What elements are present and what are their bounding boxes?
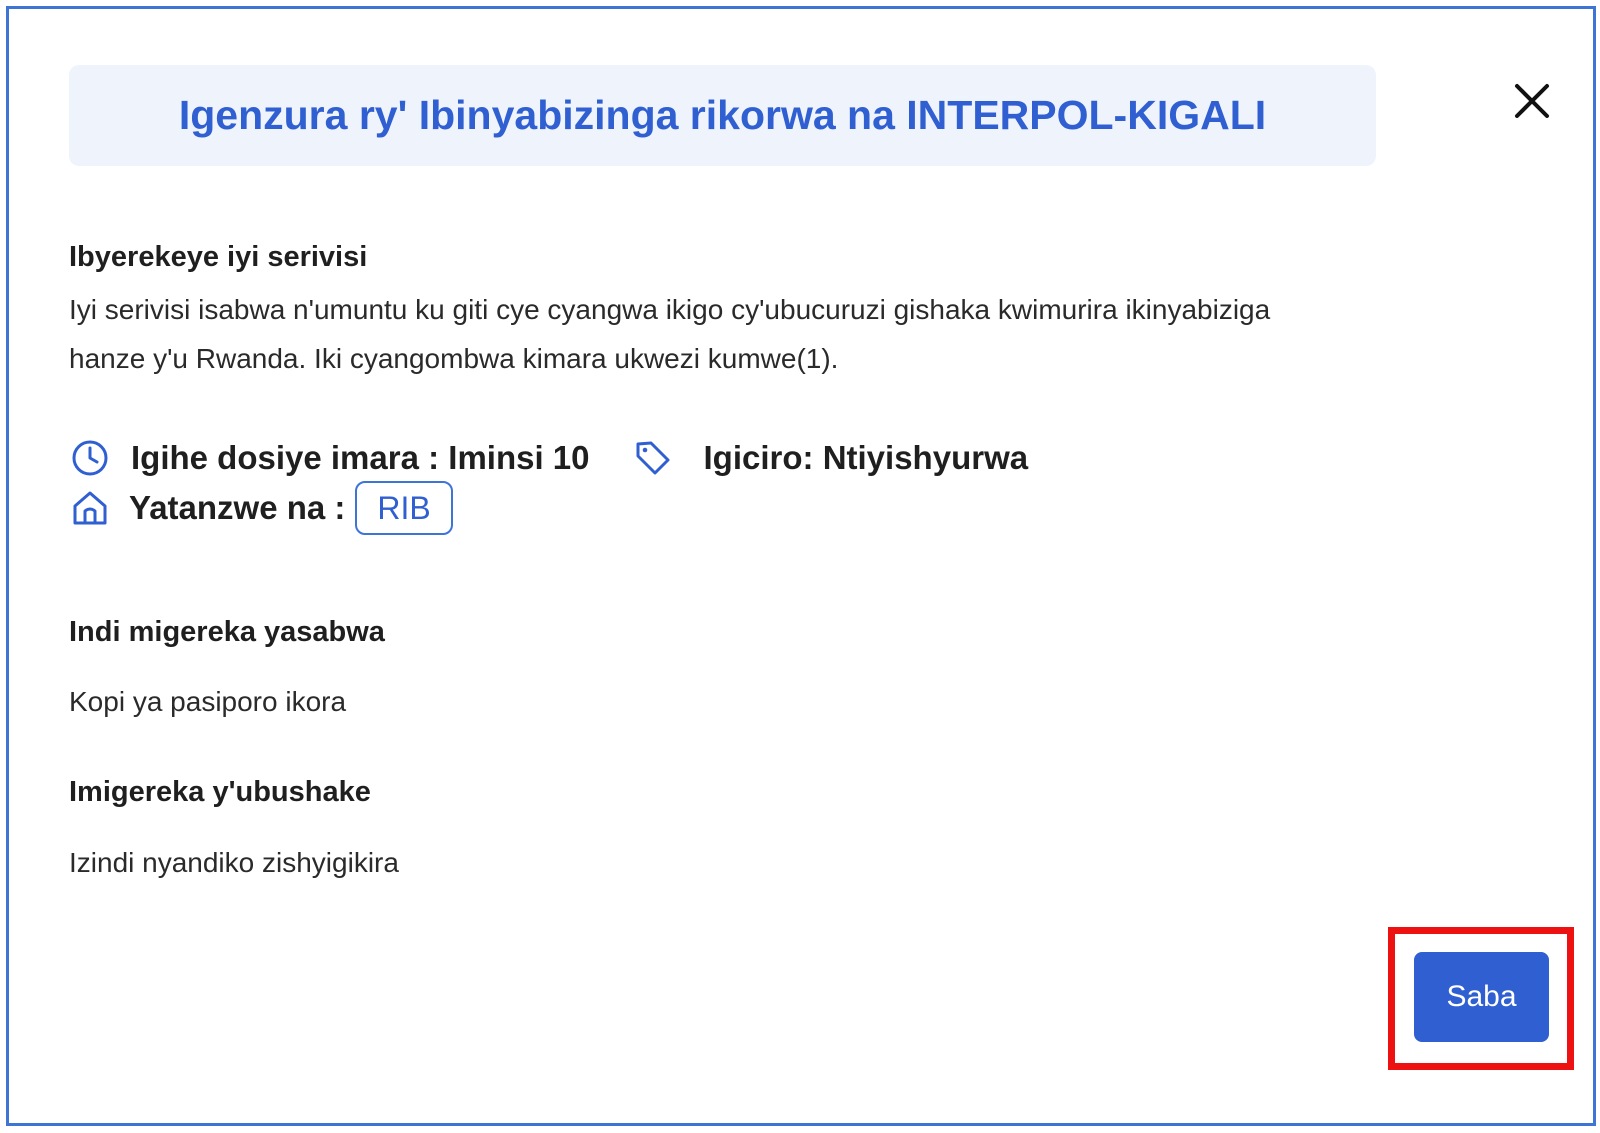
- about-description-line-2: hanze y'u Rwanda. Iki cyangombwa kimara …: [69, 343, 839, 374]
- tag-icon: [632, 437, 674, 479]
- close-icon: [1515, 84, 1549, 118]
- about-heading: Ibyerekeye iyi serivisi: [69, 241, 368, 273]
- home-icon: [69, 487, 111, 529]
- price-label: Igiciro: Ntiyishyurwa: [703, 439, 1029, 476]
- modal-header: Igenzura ry' Ibinyabizinga rikorwa na IN…: [69, 65, 1376, 166]
- provider-label: Yatanzwe na :: [129, 489, 346, 526]
- close-button[interactable]: [1506, 75, 1558, 127]
- required-doc-item: Kopi ya pasiporo ikora: [69, 686, 347, 717]
- clock-icon: [69, 437, 111, 479]
- required-docs-heading: Indi migereka yasabwa: [69, 616, 385, 648]
- apply-button[interactable]: Saba: [1414, 952, 1549, 1042]
- optional-doc-item: Izindi nyandiko zishyigikira: [69, 847, 399, 878]
- optional-docs-heading: Imigereka y'ubushake: [69, 776, 371, 808]
- modal-title: Igenzura ry' Ibinyabizinga rikorwa na IN…: [178, 92, 1267, 138]
- meta-row-provider: Yatanzwe na : RIB: [69, 481, 453, 535]
- duration-label: Igihe dosiye imara : Iminsi 10: [131, 439, 590, 476]
- about-description-line-1: Iyi serivisi isabwa n'umuntu ku giti cye…: [69, 294, 1271, 325]
- service-modal: Igenzura ry' Ibinyabizinga rikorwa na IN…: [6, 6, 1596, 1126]
- meta-row-duration-price: Igihe dosiye imara : Iminsi 10 Igiciro: …: [69, 437, 1028, 479]
- provider-badge: RIB: [355, 481, 453, 535]
